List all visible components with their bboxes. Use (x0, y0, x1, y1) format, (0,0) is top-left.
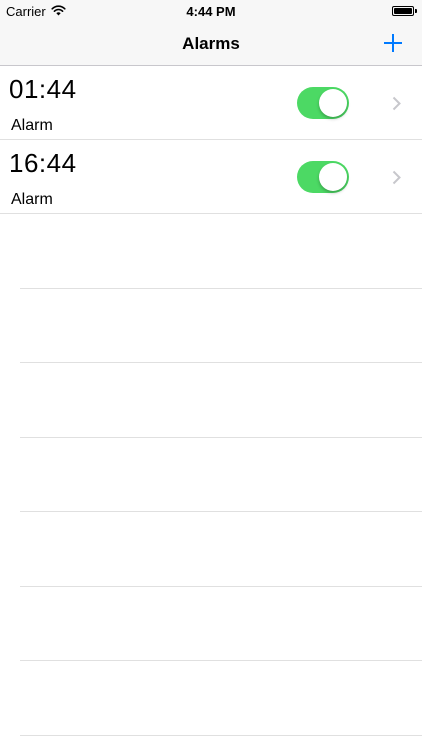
nav-bar: Alarms (0, 22, 422, 66)
battery-tip (415, 9, 417, 13)
alarm-toggle[interactable] (297, 87, 349, 119)
alarm-label: Alarm (11, 191, 53, 208)
chevron-right-icon (392, 170, 401, 185)
empty-row (20, 438, 422, 512)
empty-row (20, 587, 422, 661)
alarm-label: Alarm (11, 117, 53, 134)
empty-row (20, 661, 422, 736)
alarm-toggle[interactable] (297, 161, 349, 193)
add-alarm-button[interactable] (380, 30, 406, 56)
toggle-knob (319, 89, 347, 117)
alarm-time: 01:44 (9, 74, 77, 104)
toggle-knob (319, 163, 347, 191)
battery-icon (392, 6, 414, 16)
page-title: Alarms (182, 34, 240, 53)
alarm-time: 16:44 (9, 148, 77, 178)
plus-icon (384, 34, 402, 52)
status-time: 4:44 PM (186, 4, 236, 19)
empty-row (20, 289, 422, 363)
alarm-row[interactable]: 16:44 Alarm (0, 140, 422, 214)
battery-fill (394, 8, 412, 14)
alarm-row[interactable]: 01:44 Alarm (0, 66, 422, 140)
empty-row (20, 214, 422, 289)
alarm-list: 01:44 Alarm 16:44 Alarm (0, 66, 422, 736)
chevron-right-icon (392, 96, 401, 111)
screen: Carrier 4:44 PM Alarms 01:44 Alarm 16:44… (0, 0, 422, 750)
empty-row (20, 363, 422, 438)
empty-row (20, 512, 422, 587)
status-bar: Carrier 4:44 PM (0, 0, 422, 22)
